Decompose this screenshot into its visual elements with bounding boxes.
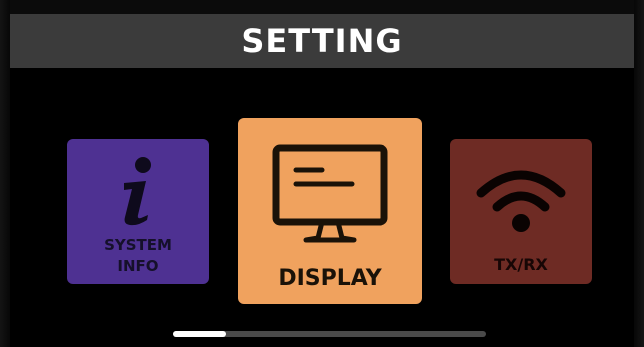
- txrx-label: TX/RX: [494, 255, 548, 274]
- settings-screen: SETTING SYSTEM INFO DISPLAY TX/RX: [0, 0, 644, 347]
- header-bar: SETTING: [10, 14, 634, 68]
- system-info-label: SYSTEM INFO: [67, 235, 209, 277]
- scroll-indicator-thumb[interactable]: [173, 331, 226, 337]
- scroll-indicator[interactable]: [173, 331, 486, 337]
- monitor-icon: [272, 144, 388, 243]
- display-tile[interactable]: DISPLAY: [238, 118, 422, 304]
- display-label: DISPLAY: [278, 266, 382, 291]
- device-bezel-top: [0, 0, 644, 14]
- device-bezel-left: [0, 0, 10, 347]
- txrx-tile[interactable]: TX/RX: [450, 139, 592, 284]
- system-info-label-line-1: SYSTEM: [104, 236, 172, 254]
- device-bezel-right: [634, 0, 644, 347]
- info-icon: [124, 157, 151, 226]
- wifi-icon: [476, 170, 566, 232]
- system-info-tile[interactable]: SYSTEM INFO: [67, 139, 209, 284]
- page-title: SETTING: [241, 22, 403, 60]
- system-info-label-line-2: INFO: [117, 257, 159, 275]
